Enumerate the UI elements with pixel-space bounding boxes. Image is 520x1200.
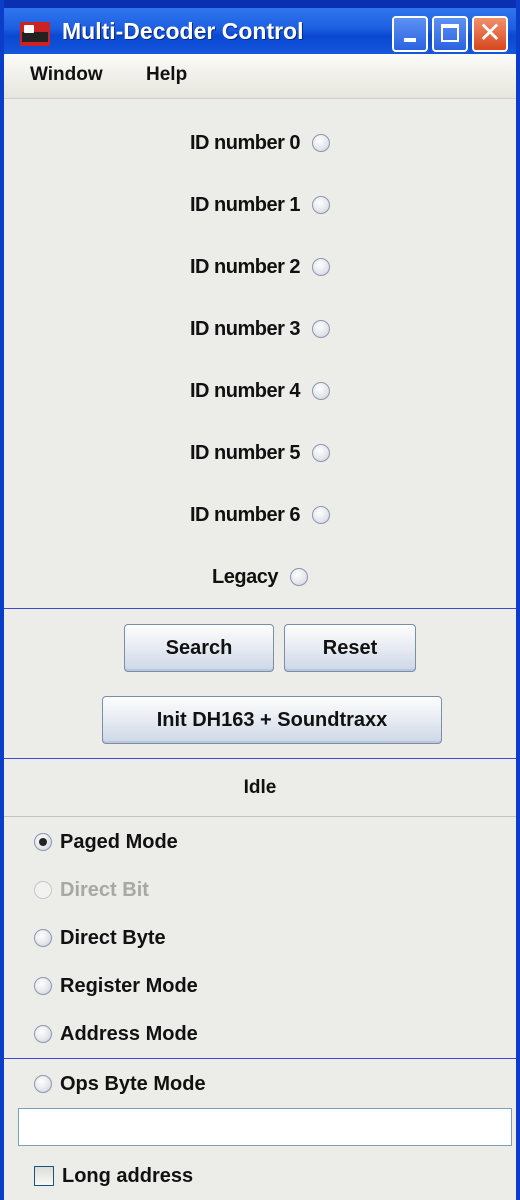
init-dh163-soundtraxx-button[interactable]: Init DH163 + Soundtraxx <box>102 696 442 744</box>
mode-radio-paged[interactable] <box>34 833 52 851</box>
long-address-label: Long address <box>62 1164 194 1187</box>
decoder-row-id5[interactable]: ID number 5 <box>4 433 516 473</box>
decoder-label: ID number 0 <box>189 131 301 154</box>
mode-label: Ops Byte Mode <box>60 1072 206 1095</box>
decoder-radio-id2[interactable] <box>312 258 331 276</box>
decoder-label: ID number 3 <box>189 317 301 340</box>
mode-radio-register[interactable] <box>34 977 52 995</box>
close-icon: ✕ <box>478 16 502 49</box>
decoder-radio-legacy[interactable] <box>289 568 308 586</box>
mode-radio-direct-byte[interactable] <box>34 929 52 947</box>
mode-label: Address Mode <box>60 1022 198 1045</box>
divider <box>4 1058 516 1059</box>
mode-radio-ops-byte[interactable] <box>34 1075 52 1093</box>
decoder-row-id2[interactable]: ID number 2 <box>4 247 516 287</box>
menu-bar: Window Help <box>4 54 516 99</box>
minimize-icon <box>404 38 416 42</box>
mode-label: Direct Bit <box>60 878 149 901</box>
mode-radio-address[interactable] <box>34 1025 52 1043</box>
maximize-button[interactable] <box>432 16 468 52</box>
decoder-row-id0[interactable]: ID number 0 <box>4 123 516 163</box>
mode-direct-bit: Direct Bit <box>34 872 149 908</box>
mode-register[interactable]: Register Mode <box>34 968 198 1004</box>
mode-address[interactable]: Address Mode <box>34 1016 198 1052</box>
address-input[interactable] <box>18 1108 512 1146</box>
close-button[interactable]: ✕ <box>472 16 508 52</box>
mode-ops-byte[interactable]: Ops Byte Mode <box>34 1066 206 1102</box>
decoder-radio-id1[interactable] <box>312 196 331 214</box>
decoder-radio-id0[interactable] <box>312 134 331 152</box>
decoder-radio-id3[interactable] <box>312 320 331 338</box>
decoder-row-id1[interactable]: ID number 1 <box>4 185 516 225</box>
decoder-row-id3[interactable]: ID number 3 <box>4 309 516 349</box>
menu-window[interactable]: Window <box>30 64 103 86</box>
decoder-label: ID number 4 <box>189 379 301 402</box>
decoder-label: ID number 6 <box>189 503 301 526</box>
decoder-label: ID number 1 <box>189 193 301 216</box>
search-button[interactable]: Search <box>124 624 274 672</box>
mode-direct-byte[interactable]: Direct Byte <box>34 920 166 956</box>
long-address-row[interactable]: Long address <box>34 1158 193 1194</box>
decoder-row-legacy[interactable]: Legacy <box>4 557 516 597</box>
divider <box>4 608 516 609</box>
maximize-icon <box>441 24 459 42</box>
mode-label: Paged Mode <box>60 830 178 853</box>
title-bar[interactable]: Multi-Decoder Control ✕ <box>4 0 516 54</box>
status-label: Idle <box>4 760 516 817</box>
decoder-label: ID number 2 <box>189 255 301 278</box>
mode-label: Direct Byte <box>60 926 166 949</box>
app-icon <box>20 22 50 46</box>
reset-button[interactable]: Reset <box>284 624 416 672</box>
decoder-label: ID number 5 <box>189 441 301 464</box>
decoder-radio-id6[interactable] <box>312 506 331 524</box>
mode-label: Register Mode <box>60 974 198 997</box>
multi-decoder-window: Multi-Decoder Control ✕ Window Help ID n… <box>0 0 520 1200</box>
decoder-row-id6[interactable]: ID number 6 <box>4 495 516 535</box>
decoder-radio-id4[interactable] <box>312 382 331 400</box>
minimize-button[interactable] <box>392 16 428 52</box>
long-address-checkbox[interactable] <box>34 1166 54 1186</box>
mode-paged[interactable]: Paged Mode <box>34 824 178 860</box>
menu-help[interactable]: Help <box>146 64 187 86</box>
mode-radio-direct-bit <box>34 881 52 899</box>
divider <box>4 758 516 759</box>
decoder-row-id4[interactable]: ID number 4 <box>4 371 516 411</box>
decoder-label: Legacy <box>212 565 278 588</box>
window-title: Multi-Decoder Control <box>62 18 304 44</box>
decoder-radio-id5[interactable] <box>312 444 331 462</box>
